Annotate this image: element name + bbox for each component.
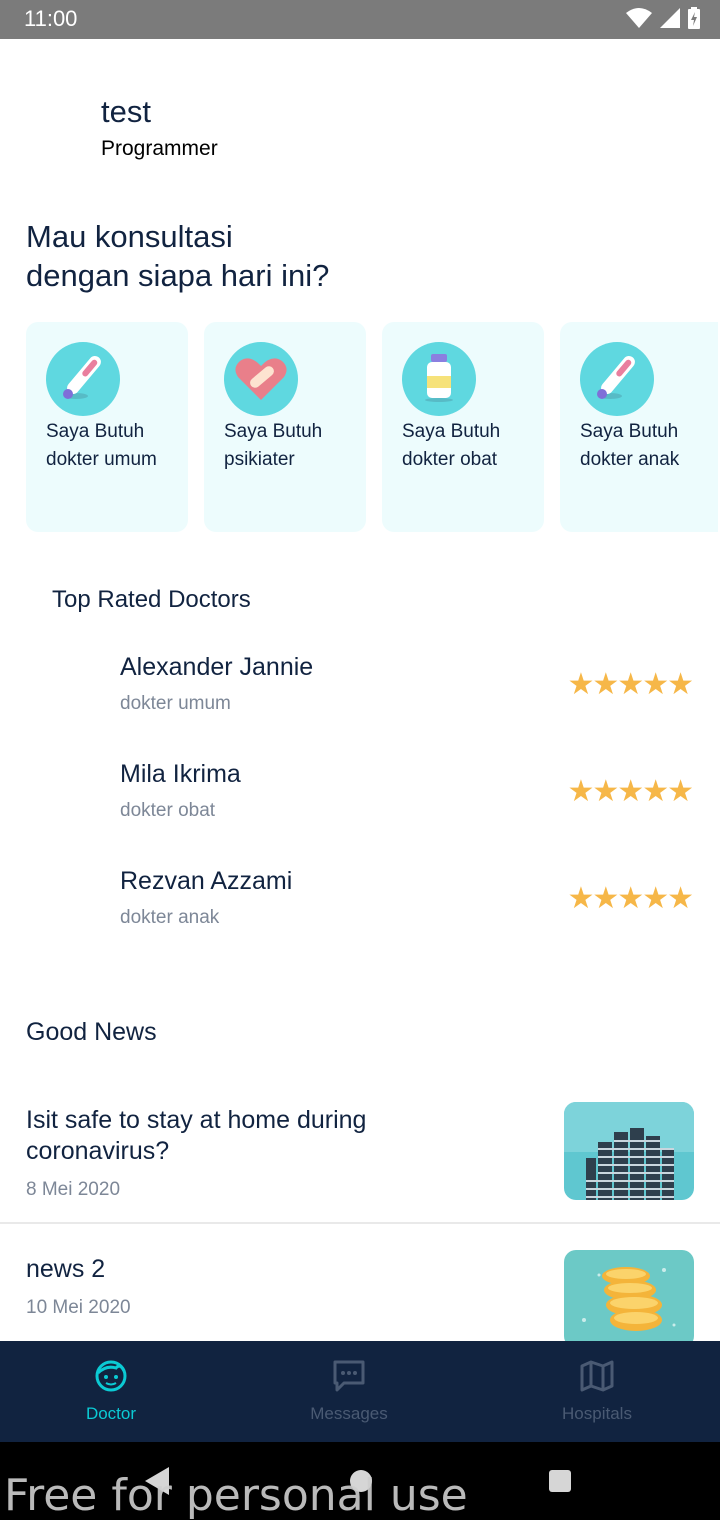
- doctor-category: dokter obat: [120, 800, 216, 821]
- signal-icon: [660, 8, 680, 33]
- doctor-item[interactable]: Alexander Jannie dokter umum ★★★★★: [0, 653, 720, 743]
- news-item[interactable]: news 2 10 Mei 2020: [0, 1250, 720, 1341]
- doctor-category: dokter anak: [120, 907, 220, 928]
- rating-stars: ★★★★★: [567, 775, 694, 808]
- doctor-categories: Saya Butuh dokter umum Saya Butuh psikia…: [26, 322, 718, 532]
- category-label-line1: Saya Butuh: [224, 421, 323, 442]
- status-icons: [626, 7, 700, 34]
- category-label-line1: Saya Butuh: [402, 421, 501, 442]
- news-title: news 2: [26, 1255, 106, 1283]
- doctor-item[interactable]: Rezvan Azzami dokter anak ★★★★★: [0, 867, 720, 957]
- category-card-dokter-umum[interactable]: Saya Butuh dokter umum: [26, 322, 188, 532]
- bottom-navigation: Doctor Messages Hospitals: [0, 1315, 720, 1442]
- news-date: 8 Mei 2020: [26, 1179, 121, 1200]
- category-label-line1: Saya Butuh: [46, 421, 145, 442]
- wifi-icon: [626, 8, 652, 33]
- tab-hospitals[interactable]: Hospitals: [537, 1359, 657, 1424]
- tab-hospitals-label: Hospitals: [562, 1404, 632, 1423]
- category-card-dokter-obat[interactable]: Saya Butuh dokter obat: [382, 322, 544, 532]
- recent-apps-icon[interactable]: [549, 1470, 571, 1492]
- heart-bandage-icon: [224, 342, 298, 416]
- message-icon: [332, 1360, 366, 1397]
- status-time: 11:00: [24, 6, 78, 31]
- news-date: 10 Mei 2020: [26, 1297, 131, 1318]
- category-card-psikiater[interactable]: Saya Butuh psikiater: [204, 322, 366, 532]
- doctor-face-icon: [94, 1360, 128, 1397]
- tab-messages[interactable]: Messages: [289, 1359, 409, 1424]
- rating-stars: ★★★★★: [567, 668, 694, 701]
- medicine-bottle-icon: [402, 342, 476, 416]
- news-divider: [0, 1222, 720, 1224]
- good-news-title: Good News: [26, 1018, 157, 1046]
- news-thumbnail-building: [564, 1102, 694, 1200]
- battery-icon: [688, 7, 700, 34]
- category-card-dokter-anak[interactable]: Saya Butuh dokter anak: [560, 322, 718, 532]
- status-bar: 11:00: [0, 0, 720, 39]
- watermark: Free for personal use: [4, 1470, 468, 1520]
- news-title: Isit safe to stay at home during coronav…: [26, 1106, 367, 1165]
- thermometer-icon: [46, 342, 120, 416]
- doctor-name: Mila Ikrima: [120, 760, 241, 788]
- tab-doctor-label: Doctor: [85, 1404, 137, 1423]
- category-label-line1: Saya Butuh: [580, 421, 679, 442]
- category-label-line2: psikiater: [224, 449, 295, 470]
- doctor-name: Alexander Jannie: [120, 653, 314, 681]
- category-label-line2: dokter anak: [580, 449, 680, 470]
- rating-stars: ★★★★★: [567, 882, 694, 915]
- tab-messages-label: Messages: [310, 1404, 388, 1423]
- doctor-item[interactable]: Mila Ikrima dokter obat ★★★★★: [0, 760, 720, 850]
- news-item[interactable]: Isit safe to stay at home during coronav…: [0, 1102, 720, 1225]
- top-rated-title: Top Rated Doctors: [52, 586, 251, 613]
- welcome-heading: Mau konsultasi dengan siapa hari ini?: [26, 219, 330, 293]
- tab-doctor[interactable]: Doctor: [51, 1359, 171, 1424]
- news-thumbnail-lemon: [564, 1250, 694, 1341]
- doctor-category: dokter umum: [120, 693, 231, 714]
- category-label-line2: dokter obat: [402, 449, 498, 470]
- map-icon: [580, 1360, 614, 1397]
- category-label-line2: dokter umum: [46, 449, 157, 470]
- thermometer-icon: [580, 342, 654, 416]
- home-content: test Programmer Mau konsultasi dengan si…: [0, 39, 720, 1341]
- profile-name[interactable]: test: [101, 94, 151, 130]
- profile-role: Programmer: [101, 137, 218, 160]
- doctor-name: Rezvan Azzami: [120, 867, 293, 895]
